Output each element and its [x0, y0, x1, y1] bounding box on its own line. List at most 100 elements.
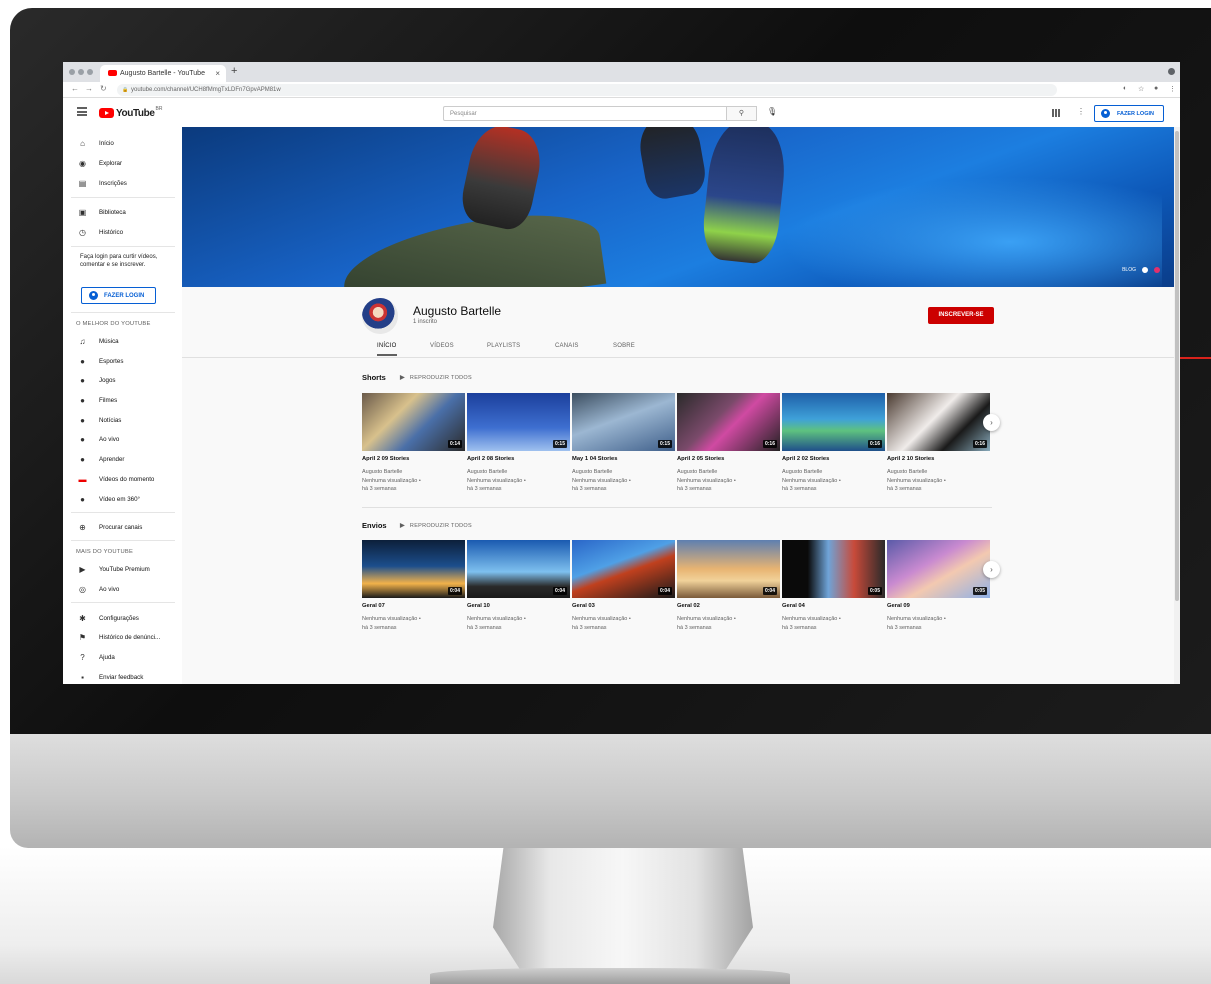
video-title[interactable]: Geral 10 [467, 603, 490, 609]
tab-videos[interactable]: VÍDEOS [430, 343, 454, 349]
video-title[interactable]: Geral 09 [887, 603, 910, 609]
uploads-play-all-button[interactable]: ▶ REPRODUZIR TODOS [400, 522, 472, 529]
video-title[interactable]: May 1 04 Stories [572, 456, 617, 462]
sidebar-item-noticias[interactable]: ● Notícias [63, 412, 182, 430]
monitor-stand-base [430, 968, 790, 984]
feedback-icon: ▪ [81, 673, 84, 682]
sidebar-item-label: Ajuda [99, 654, 115, 661]
window-close-dot[interactable] [69, 69, 75, 75]
video-title[interactable]: April 2 05 Stories [677, 456, 724, 462]
apps-grid-icon[interactable] [1052, 109, 1060, 117]
microphone-icon[interactable]: 🎙 [767, 107, 777, 116]
video-thumbnail[interactable]: 0:15 [467, 393, 570, 451]
social-link-icon[interactable] [1142, 267, 1148, 273]
tab-canais[interactable]: CANAIS [555, 343, 579, 349]
sidebar-item-configuracoes[interactable]: ✱ Configurações [63, 610, 182, 628]
bookmark-star-icon[interactable]: ☆ [1138, 85, 1144, 93]
sidebar-item-ao-vivo-2[interactable]: ◎ Ao vivo [63, 581, 182, 599]
video-title[interactable]: April 2 02 Stories [782, 456, 829, 462]
uploads-next-button[interactable]: › [983, 561, 1000, 578]
tab-close-icon[interactable]: × [215, 69, 220, 78]
video-thumbnail[interactable]: 0:04 [572, 540, 675, 598]
video-thumbnail[interactable]: 0:16 [782, 393, 885, 451]
tab-playlists[interactable]: PLAYLISTS [487, 343, 520, 349]
shorts-play-all-button[interactable]: ▶ REPRODUZIR TODOS [400, 374, 472, 381]
header-login-button[interactable]: FAZER LOGIN [1094, 105, 1164, 122]
sidebar-item-historico[interactable]: ◷ Histórico [63, 224, 182, 242]
sidebar-item-biblioteca[interactable]: ▣ Biblioteca [63, 204, 182, 222]
video-channel[interactable]: Augusto Bartelle [572, 468, 631, 477]
video-thumbnail[interactable]: 0:05 [887, 540, 990, 598]
sidebar-item-enviar-feedback[interactable]: ▪ Enviar feedback [63, 669, 182, 684]
video-thumbnail[interactable]: 0:05 [782, 540, 885, 598]
sidebar-item-ajuda[interactable]: ? Ajuda [63, 649, 182, 667]
video-title[interactable]: Geral 02 [677, 603, 700, 609]
video-channel[interactable]: Augusto Bartelle [467, 468, 526, 477]
video-views: Nenhuma visualização • [782, 477, 841, 484]
video-title[interactable]: April 2 09 Stories [362, 456, 409, 462]
sidebar-item-inscricoes[interactable]: ▤ Inscrições [63, 175, 182, 193]
shelf-divider [362, 507, 992, 508]
tab-inicio[interactable]: INÍCIO [377, 343, 397, 356]
video-thumbnail[interactable]: 0:16 [887, 393, 990, 451]
scrollbar-thumb[interactable] [1175, 131, 1179, 601]
hamburger-menu-icon[interactable] [77, 107, 87, 116]
sidebar-divider [71, 512, 175, 513]
sidebar-item-filmes[interactable]: ● Filmes [63, 392, 182, 410]
sidebar-item-aprender[interactable]: ● Aprender [63, 451, 182, 469]
browser-menu-icon[interactable]: ⋮ [1169, 85, 1176, 93]
sidebar-item-ao-vivo[interactable]: ● Ao vivo [63, 431, 182, 449]
video-thumbnail[interactable]: 0:04 [467, 540, 570, 598]
page-scrollbar[interactable] [1174, 127, 1180, 684]
video-channel[interactable]: Augusto Bartelle [887, 468, 946, 477]
channel-avatar[interactable] [362, 298, 398, 334]
sidebar-item-historico-denuncias[interactable]: ⚑ Histórico de denúnci... [63, 629, 182, 647]
sidebar-item-videos-do-momento[interactable]: ▬ Vídeos do momento [63, 471, 182, 489]
shorts-next-button[interactable]: › [983, 414, 1000, 431]
search-input[interactable]: Pesquisar [443, 106, 727, 121]
video-meta: Nenhuma visualização • há 3 semanas [362, 615, 421, 632]
video-meta: Augusto Bartelle Nenhuma visualização • há… [782, 468, 841, 494]
video-title[interactable]: Geral 04 [782, 603, 805, 609]
sidebar-item-procurar-canais[interactable]: ⊕ Procurar canais [63, 519, 182, 537]
video-title[interactable]: Geral 03 [572, 603, 595, 609]
reload-icon[interactable]: ↻ [100, 84, 107, 93]
settings-more-icon[interactable]: ⋮ [1077, 107, 1085, 116]
youtube-logo[interactable]: YouTube BR [99, 106, 162, 119]
sidebar-item-youtube-premium[interactable]: ▶ YouTube Premium [63, 561, 182, 579]
video-channel[interactable]: Augusto Bartelle [782, 468, 841, 477]
video-thumbnail[interactable]: 0:04 [362, 540, 465, 598]
sidebar-login-button[interactable]: FAZER LOGIN [81, 287, 156, 304]
video-thumbnail[interactable]: 0:15 [572, 393, 675, 451]
video-channel[interactable]: Augusto Bartelle [362, 468, 421, 477]
window-zoom-dot[interactable] [87, 69, 93, 75]
sidebar-item-explorar[interactable]: ◉ Explorar [63, 155, 182, 173]
sidebar-item-video-360[interactable]: ● Vídeo em 360° [63, 491, 182, 509]
sidebar-item-musica[interactable]: ♫ Música [63, 333, 182, 351]
video-title[interactable]: April 2 08 Stories [467, 456, 514, 462]
share-icon[interactable]: ◐ [1123, 85, 1127, 92]
new-tab-button[interactable]: + [231, 65, 237, 77]
video-channel[interactable]: Augusto Bartelle [677, 468, 736, 477]
video-title[interactable]: Geral 07 [362, 603, 385, 609]
search-button[interactable]: ⚲ [727, 106, 757, 121]
browser-tab[interactable]: Augusto Bartelle - YouTube × [100, 65, 226, 82]
video-title[interactable]: April 2 10 Stories [887, 456, 934, 462]
video-duration: 0:04 [552, 587, 567, 595]
sidebar-item-inicio[interactable]: ⌂ Início [63, 135, 182, 153]
blog-link[interactable]: BLOG [1122, 267, 1136, 273]
sidebar-item-esportes[interactable]: ● Esportes [63, 353, 182, 371]
sidebar-item-jogos[interactable]: ● Jogos [63, 372, 182, 390]
account-icon[interactable]: ● [1154, 85, 1158, 92]
window-minimize-dot[interactable] [78, 69, 84, 75]
forward-icon[interactable]: → [85, 84, 93, 93]
tab-sobre[interactable]: SOBRE [613, 343, 635, 349]
video-thumbnail[interactable]: 0:04 [677, 540, 780, 598]
back-icon[interactable]: ← [71, 84, 79, 93]
url-field[interactable]: 🔒 youtube.com/channel/UCH8fMmgTxLDFn7Gpv… [117, 84, 1057, 96]
instagram-icon[interactable] [1154, 267, 1160, 273]
video-thumbnail[interactable]: 0:14 [362, 393, 465, 451]
video-thumbnail[interactable]: 0:16 [677, 393, 780, 451]
browser-profile-icon[interactable] [1168, 68, 1175, 75]
subscribe-button[interactable]: INSCREVER-SE [928, 307, 994, 324]
